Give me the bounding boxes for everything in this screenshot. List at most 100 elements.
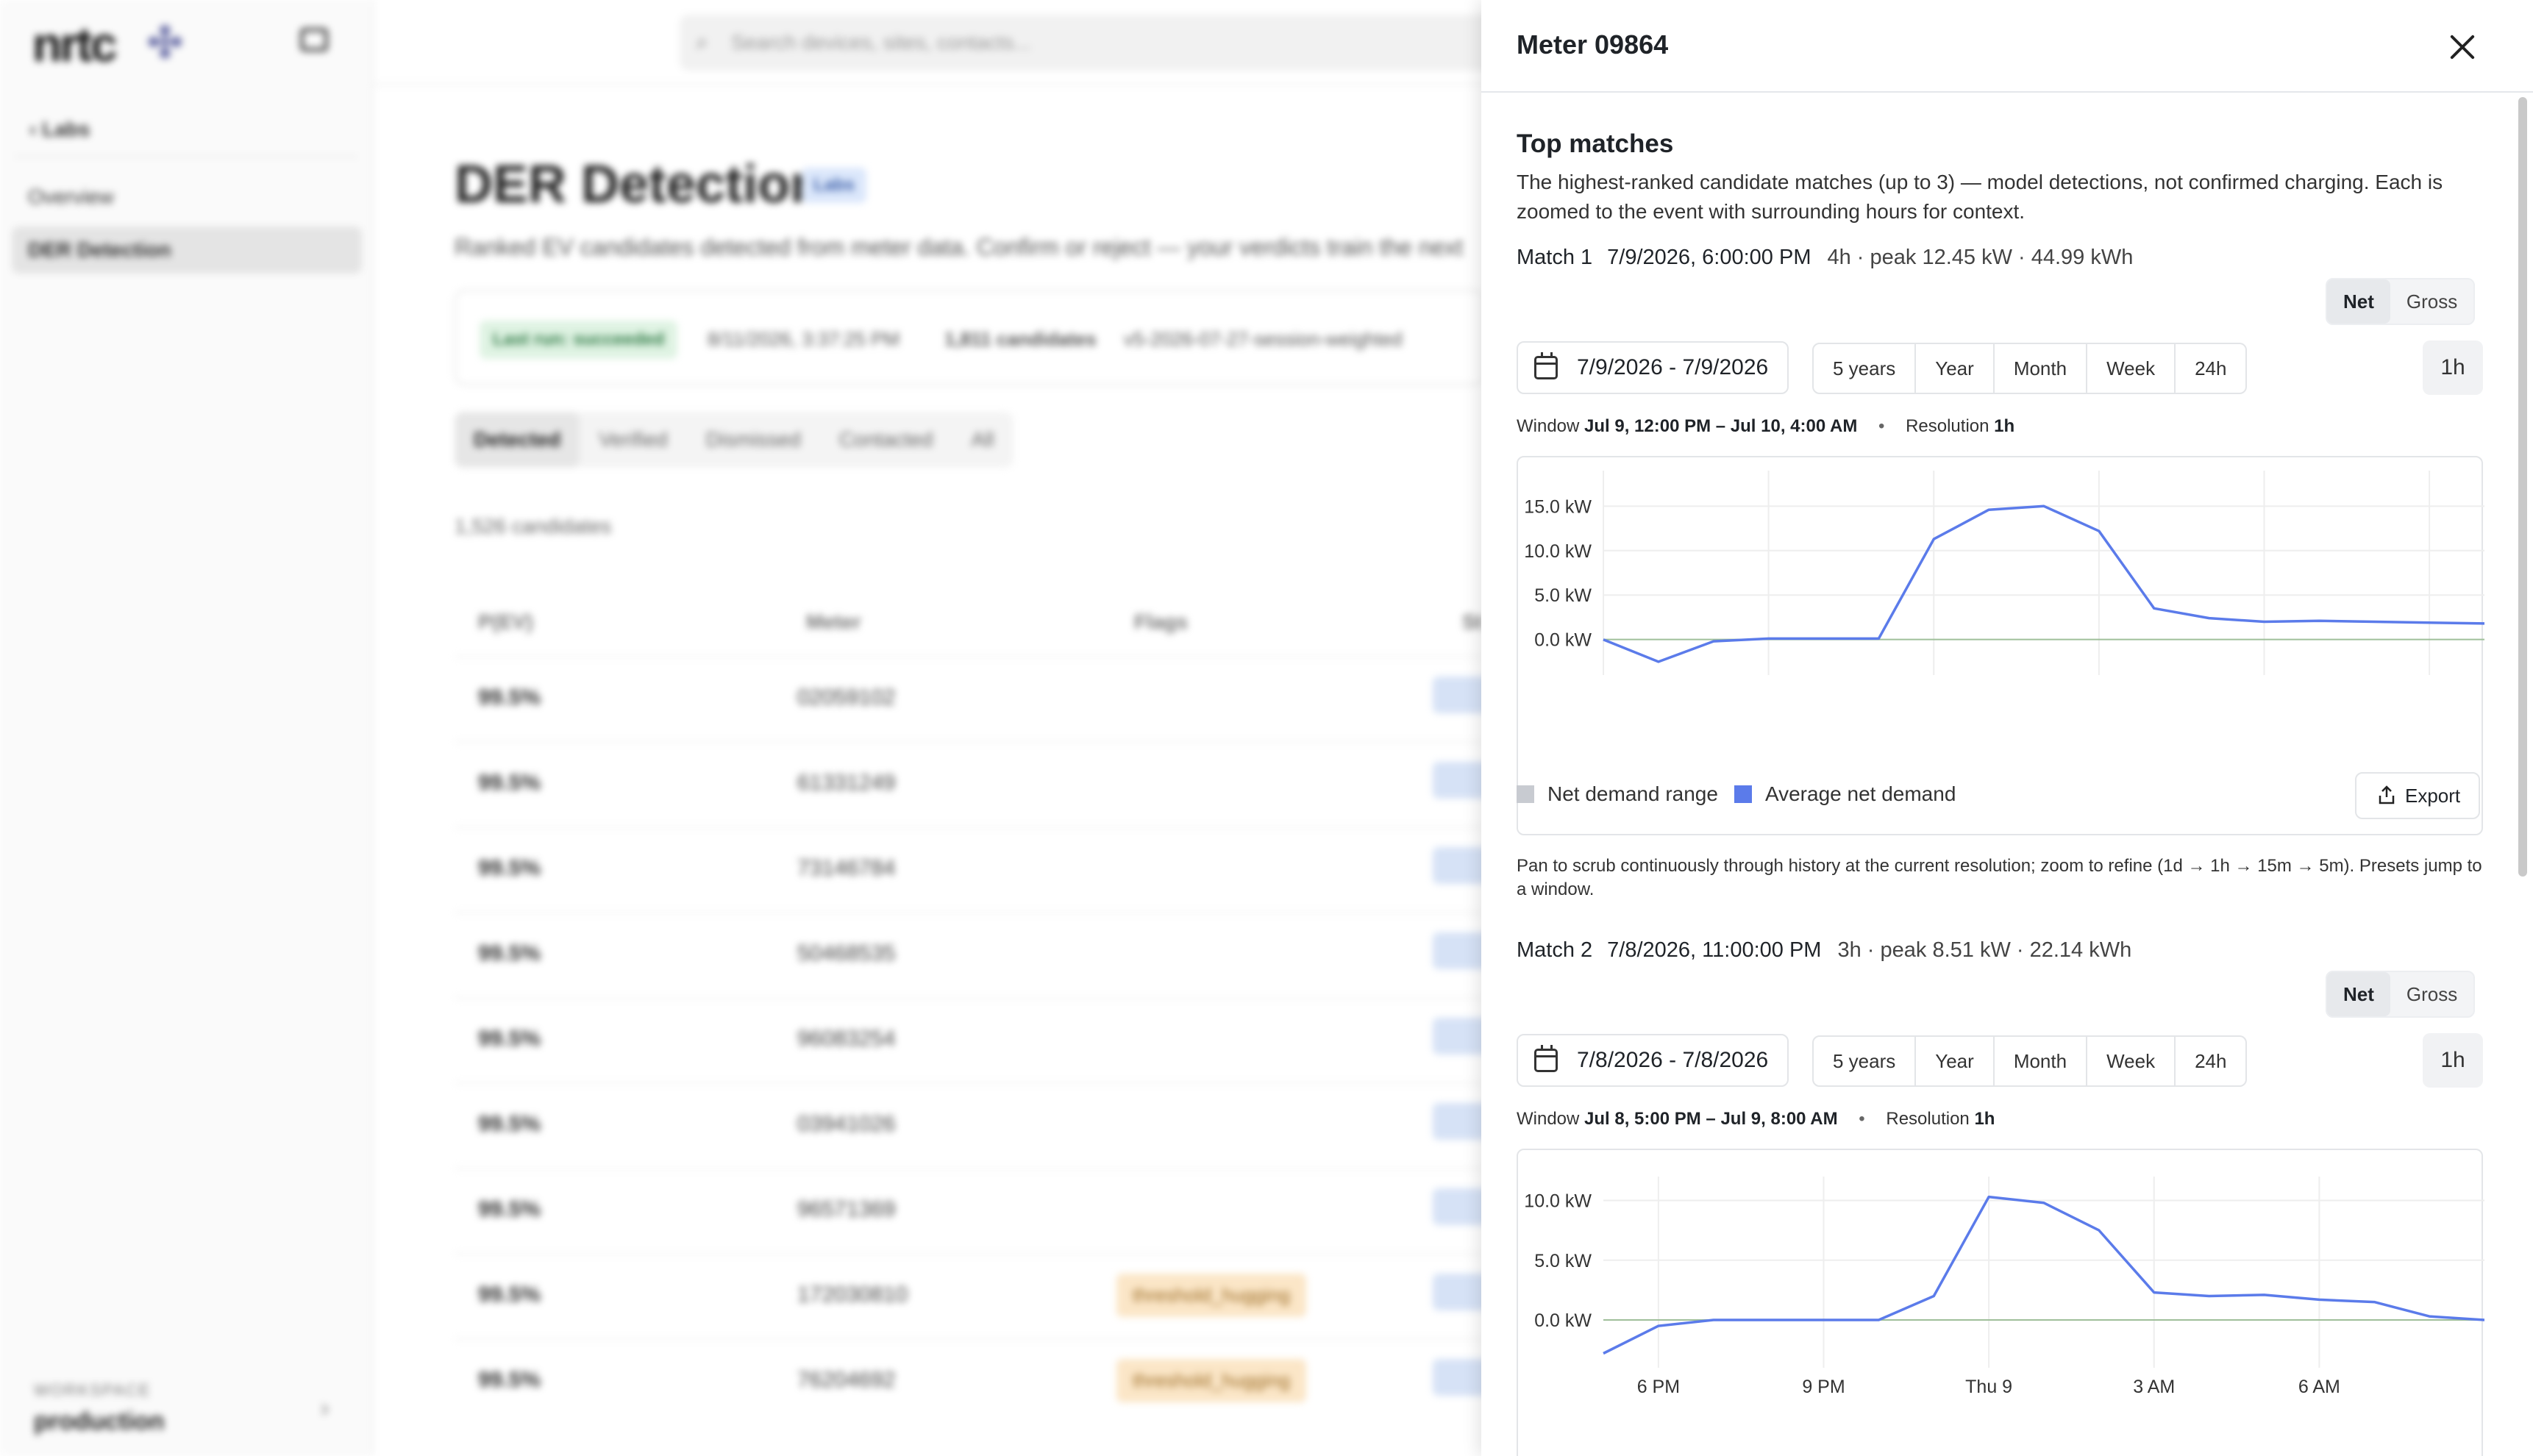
tab-detected[interactable]: Detected [455,412,580,468]
run-model: v5-2026-07-27-session-weighted [1124,328,1403,350]
logo: nrtc [32,17,118,71]
tab-verified[interactable]: Verified [580,412,686,468]
window-label: Window [1517,1109,1580,1129]
drawer-scrollbar[interactable] [2518,97,2527,877]
y-tick-label: 5.0 kW [1534,1251,1592,1271]
tab-all[interactable]: All [952,412,1013,468]
labs-badge: Labs [802,168,867,203]
table-row[interactable]: 99.5% 02059102 [455,656,1492,741]
meter-drawer: Meter 09864 Top matches The highest-rank… [1481,0,2533,1456]
sidebar: nrtc ✣ ‹ Labs Overview DER Detection WOR… [0,0,374,1456]
table-row[interactable]: 99.5% 96083254 [455,997,1492,1082]
tab-contacted[interactable]: Contacted [820,412,952,468]
run-candidates: 1,811 candidates [944,328,1097,350]
sidebar-item-overview[interactable]: Overview [12,174,362,221]
meter-cell: 03941026 [797,1112,896,1136]
drawer-title: Meter 09864 [1517,29,1669,60]
chevron-left-icon: ‹ [29,118,43,140]
run-status-card: Last run: succeeded 8/11/2026, 3:37:25 P… [455,290,1484,385]
table-row[interactable]: 99.5% 50468535 [455,912,1492,997]
range-5-years[interactable]: 5 years [1814,1037,1917,1085]
search-placeholder: Search devices, sites, contacts... [731,31,1031,54]
chevron-right-icon[interactable]: › [321,1394,329,1423]
tab-dismissed[interactable]: Dismissed [687,412,820,468]
table-row[interactable]: 99.5% 03941026 [455,1082,1492,1168]
toggle-gross[interactable]: Gross [2390,972,2473,1016]
range-week[interactable]: Week [2087,344,2176,393]
chart-legend: Net demand range Average net demand [1517,782,1972,806]
pev-cell: 99.5% [478,941,541,966]
meter-cell: 96083254 [797,1027,896,1051]
range-presets: 5 years Year Month Week 24h [1812,343,2248,394]
match-label: Match 1 [1517,246,1593,269]
back-link[interactable]: ‹ Labs [29,118,90,141]
table-row[interactable]: 99.5% 96571369 [455,1168,1492,1253]
meter-cell: 73146784 [797,856,896,880]
column-header-pev[interactable]: P(EV) [478,610,533,634]
window-value: Jul 9, 12:00 PM – Jul 10, 4:00 AM [1584,416,1858,436]
toggle-gross[interactable]: Gross [2390,279,2473,324]
average-net-demand-line [1603,1195,2484,1355]
legend-average-swatch [1734,785,1752,803]
workspace-label: WORKSPACE [34,1381,152,1399]
column-header-status: St [1462,610,1483,633]
range-24h[interactable]: 24h [2176,1037,2245,1085]
meter-cell: 02059102 [797,685,896,710]
x-tick-label: 9 PM [1802,1377,1845,1397]
y-tick-label: 0.0 kW [1534,630,1592,651]
pev-cell: 99.5% [478,1112,541,1136]
legend-range-swatch [1517,785,1534,803]
close-icon[interactable] [2442,26,2483,68]
table-row[interactable]: 99.5% 73146784 [455,827,1492,912]
match-datetime: 7/8/2026, 11:00:00 PM [1607,938,1822,962]
workspace-value[interactable]: production [34,1407,165,1436]
section-description: The highest-ranked candidate matches (up… [1517,171,2443,223]
net-gross-toggle: Net Gross [2326,971,2476,1018]
legend-item-range[interactable]: Net demand range [1517,782,1718,806]
legend-average-label: Average net demand [1764,782,1956,805]
range-5-years[interactable]: 5 years [1814,344,1917,393]
match-meta: 4h · peak 12.45 kW · 44.99 kWh [1827,246,2134,269]
window-label: Window [1517,416,1580,436]
match-2-chart-card: 6 PM 9 PM Thu 9 3 AM 6 AM 0.0 kW 5.0 kW 10.0 kW [1517,1149,2484,1456]
search-icon: ⌕ [696,30,708,54]
toggle-net[interactable]: Net [2327,279,2390,324]
column-header-flags: Flags [1134,610,1189,633]
meter-cell: 96571369 [797,1197,896,1221]
window-info: Window Jul 9, 12:00 PM – Jul 10, 4:00 AM… [1517,416,2014,437]
match-1-chart[interactable]: PM3 PM6 PM9 PMFri 103 AM0.0 kW5.0 kW10.0… [1518,457,2484,678]
sidebar-item-der-detection[interactable]: DER Detection [12,226,362,274]
sidebar-toggle-icon[interactable] [300,28,328,51]
resolution-button[interactable]: 1h [2423,1033,2483,1088]
y-tick-label: 10.0 kW [1524,1191,1592,1212]
toggle-net[interactable]: Net [2327,972,2390,1016]
range-year[interactable]: Year [1916,344,1995,393]
calendar-icon [1534,352,1558,379]
table-row[interactable]: 99.5% 61331249 [455,741,1492,827]
match-2-chart[interactable]: 6 PM 9 PM Thu 9 3 AM 6 AM 0.0 kW 5.0 kW 10.0 kW [1518,1150,2484,1415]
match-1-chart-card: PM3 PM6 PM9 PMFri 103 AM0.0 kW5.0 kW10.0… [1517,456,2484,835]
pev-cell: 99.5% [478,771,541,795]
table-row[interactable]: 99.5% 172030810 threshold_hugging [455,1253,1492,1338]
range-presets: 5 years Year Month Week 24h [1812,1035,2248,1087]
window-value: Jul 8, 5:00 PM – Jul 9, 8:00 AM [1584,1109,1838,1129]
resolution-value: 1h [1994,416,2015,436]
range-year[interactable]: Year [1916,1037,1995,1085]
range-week[interactable]: Week [2087,1037,2176,1085]
column-header-meter[interactable]: Meter [806,610,861,634]
date-range-picker[interactable]: 7/9/2026 - 7/9/2026 [1517,341,1789,394]
range-month[interactable]: Month [1995,1037,2088,1085]
table-row[interactable]: 99.5% 76204692 threshold_hugging [455,1338,1492,1424]
separator-dot: • [1878,416,1885,436]
flag-badge: threshold_hugging [1116,1359,1306,1402]
run-status-badge: Last run: succeeded [480,321,678,359]
flag-badge: threshold_hugging [1116,1274,1306,1317]
export-button[interactable]: Export [2355,772,2480,819]
meter-cell: 172030810 [797,1282,908,1307]
match-datetime: 7/9/2026, 6:00:00 PM [1607,246,1811,269]
range-month[interactable]: Month [1995,344,2088,393]
resolution-button[interactable]: 1h [2423,340,2483,395]
legend-item-average[interactable]: Average net demand [1734,782,1956,806]
date-range-picker[interactable]: 7/8/2026 - 7/8/2026 [1517,1034,1789,1087]
range-24h[interactable]: 24h [2176,344,2245,393]
